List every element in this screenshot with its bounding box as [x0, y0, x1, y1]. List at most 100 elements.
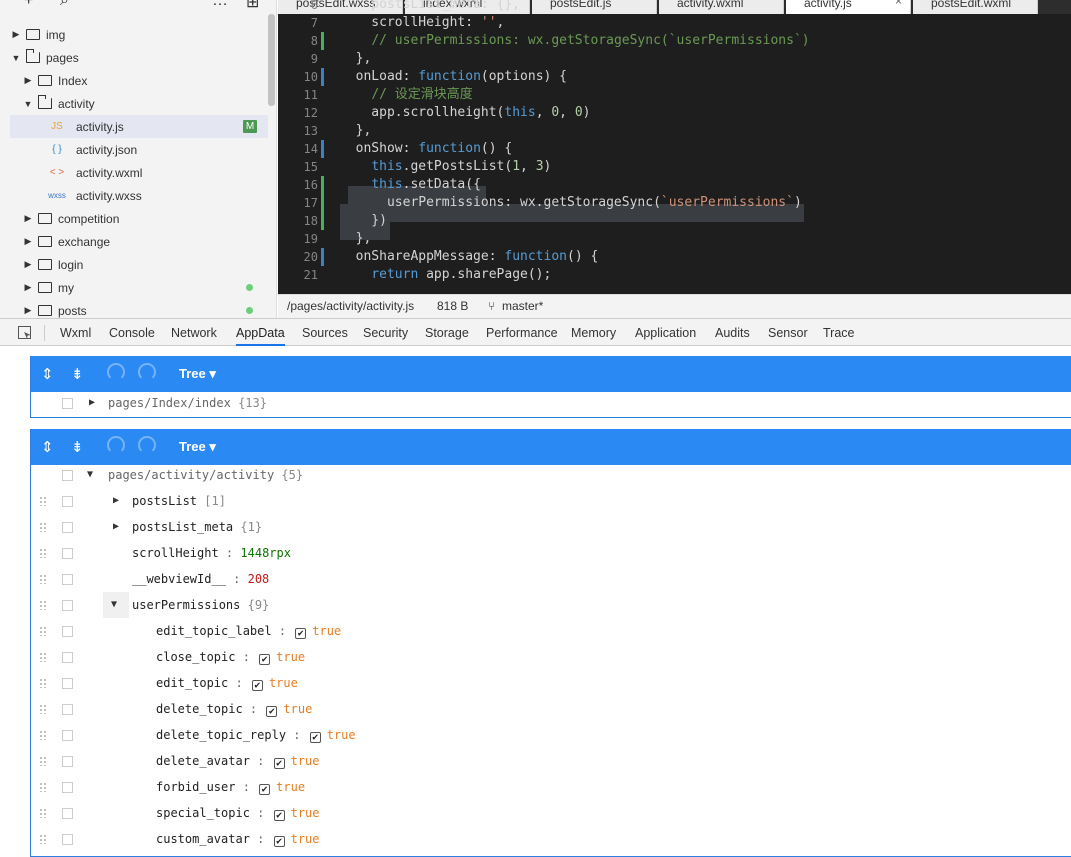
close-icon[interactable]: × [895, 0, 902, 7]
tree-row[interactable]: __webviewId__ : 208 [31, 566, 1071, 592]
permission-row[interactable]: special_topic : ✔ true [31, 800, 1071, 826]
permission-row[interactable]: forbid_user : ✔ true [31, 774, 1071, 800]
collapse-arrow-icon[interactable]: ▼ [111, 592, 117, 618]
tree-value[interactable]: 208 [248, 572, 270, 586]
chevron-down-icon[interactable]: ▼ [10, 53, 22, 63]
row-checkbox[interactable] [62, 574, 73, 585]
explorer-scrollbar[interactable] [268, 14, 275, 106]
expand-arrow-icon[interactable]: ▶ [113, 514, 119, 540]
row-checkbox[interactable] [62, 398, 73, 409]
code-line[interactable]: onShow: function() { [340, 140, 513, 158]
devtools-tab-console[interactable]: Console [109, 319, 155, 346]
permission-row[interactable]: edit_topic : ✔ true [31, 670, 1071, 696]
drag-handle-icon[interactable] [39, 522, 47, 532]
boolean-checkbox[interactable]: ✔ [259, 784, 271, 795]
layout-icon[interactable]: ⊞ [246, 0, 259, 10]
status-branch[interactable]: master* [502, 295, 543, 317]
code-line[interactable]: postsList_meta: {}, [340, 0, 520, 14]
chevron-right-icon[interactable]: ▶ [22, 259, 34, 270]
devtools-tab-sensor[interactable]: Sensor [768, 319, 808, 346]
tree-mode-dropdown[interactable]: Tree ▾ [179, 366, 216, 382]
folder-row[interactable]: ▶ exchange [10, 230, 268, 253]
code-line[interactable]: }) [340, 212, 387, 230]
boolean-checkbox[interactable]: ✔ [295, 628, 307, 639]
permission-row[interactable]: edit_topic_label : ✔ true [31, 618, 1071, 644]
tree-mode-dropdown[interactable]: Tree ▾ [179, 439, 216, 455]
collapse-arrow-icon[interactable]: ▼ [87, 462, 93, 488]
drag-handle-icon[interactable] [39, 730, 47, 740]
permission-row[interactable]: delete_topic_reply : ✔ true [31, 722, 1071, 748]
row-checkbox[interactable] [62, 470, 73, 481]
tree-row[interactable]: ▶ postsList [1] [31, 488, 1071, 514]
folder-row[interactable]: ▶ my [10, 276, 268, 299]
tree-root-row[interactable]: ▼ pages/activity/activity {5} [31, 462, 1071, 488]
more-icon[interactable]: … [212, 0, 228, 10]
boolean-checkbox[interactable]: ✔ [309, 732, 321, 743]
tree-row[interactable]: scrollHeight : 1448rpx [31, 540, 1071, 566]
folder-row[interactable]: ▶ competition [10, 207, 268, 230]
row-checkbox[interactable] [62, 548, 73, 559]
folder-row[interactable]: ▼ pages [10, 46, 268, 69]
code-line[interactable]: app.scrollheight(this, 0, 0) [340, 104, 590, 122]
devtools-tab-wxml[interactable]: Wxml [60, 319, 91, 346]
permission-row[interactable]: delete_topic : ✔ true [31, 696, 1071, 722]
folder-row[interactable]: ▶ Index [10, 69, 268, 92]
drag-handle-icon[interactable] [39, 652, 47, 662]
row-checkbox[interactable] [62, 600, 73, 611]
code-line[interactable]: onLoad: function(options) { [340, 68, 567, 86]
code-line[interactable]: }, [340, 122, 372, 140]
drag-handle-icon[interactable] [39, 678, 47, 688]
code-line[interactable]: }, [340, 230, 372, 248]
row-checkbox[interactable] [62, 626, 73, 637]
collapse-all-icon[interactable]: ⇟ [71, 438, 84, 456]
folder-row[interactable]: ▶ posts [10, 299, 268, 318]
code-line[interactable]: this.setData({ [340, 176, 481, 194]
boolean-checkbox[interactable]: ✔ [273, 836, 285, 847]
redo-icon[interactable] [138, 436, 156, 454]
row-checkbox[interactable] [62, 808, 73, 819]
drag-handle-icon[interactable] [39, 834, 47, 844]
code-line[interactable]: userPermissions: wx.getStorageSync(`user… [340, 194, 802, 212]
drag-handle-icon[interactable] [39, 808, 47, 818]
tree-root-row[interactable]: ▶ pages/Index/index {13} [31, 390, 1071, 416]
devtools-tab-security[interactable]: Security [363, 319, 408, 346]
row-checkbox[interactable] [62, 730, 73, 741]
inspect-element-icon[interactable] [18, 326, 31, 339]
drag-handle-icon[interactable] [39, 782, 47, 792]
tree-row[interactable]: ▶ postsList_meta {1} [31, 514, 1071, 540]
chevron-right-icon[interactable]: ▶ [22, 282, 34, 293]
expand-all-icon[interactable]: ⇕ [41, 365, 54, 383]
code-line[interactable]: onShareAppMessage: function() { [340, 248, 599, 266]
file-row[interactable]: { } activity.json [10, 138, 268, 161]
code-line[interactable]: return app.sharePage(); [340, 266, 551, 284]
tree-row[interactable]: ▼ userPermissions {9} [31, 592, 1071, 618]
expand-arrow-icon[interactable]: ▶ [113, 488, 119, 514]
chevron-right-icon[interactable]: ▶ [22, 213, 34, 224]
devtools-tab-network[interactable]: Network [171, 319, 217, 346]
code-line[interactable]: // 设定滑块高度 [340, 86, 472, 104]
folder-row[interactable]: ▶ login [10, 253, 268, 276]
chevron-right-icon[interactable]: ▶ [22, 236, 34, 247]
drag-handle-icon[interactable] [39, 600, 47, 610]
drag-handle-icon[interactable] [39, 574, 47, 584]
boolean-checkbox[interactable]: ✔ [273, 758, 285, 769]
row-checkbox[interactable] [62, 782, 73, 793]
devtools-tab-appdata[interactable]: AppData [236, 319, 285, 346]
row-checkbox[interactable] [62, 756, 73, 767]
devtools-tab-storage[interactable]: Storage [425, 319, 469, 346]
chevron-right-icon[interactable]: ▶ [22, 75, 34, 86]
drag-handle-icon[interactable] [39, 756, 47, 766]
expand-all-icon[interactable]: ⇕ [41, 438, 54, 456]
redo-icon[interactable] [138, 363, 156, 381]
collapse-all-icon[interactable]: ⇟ [71, 365, 84, 383]
devtools-tab-performance[interactable]: Performance [486, 319, 558, 346]
search-icon[interactable]: ⌕ [60, 0, 69, 10]
row-checkbox[interactable] [62, 652, 73, 663]
code-line[interactable]: }, [340, 50, 372, 68]
devtools-tab-audits[interactable]: Audits [715, 319, 750, 346]
code-line[interactable]: scrollHeight: '', [340, 14, 504, 32]
code-line[interactable]: this.getPostsList(1, 3) [340, 158, 551, 176]
file-row[interactable]: JS activity.js M [10, 115, 268, 138]
boolean-checkbox[interactable]: ✔ [273, 810, 285, 821]
devtools-tab-sources[interactable]: Sources [302, 319, 348, 346]
